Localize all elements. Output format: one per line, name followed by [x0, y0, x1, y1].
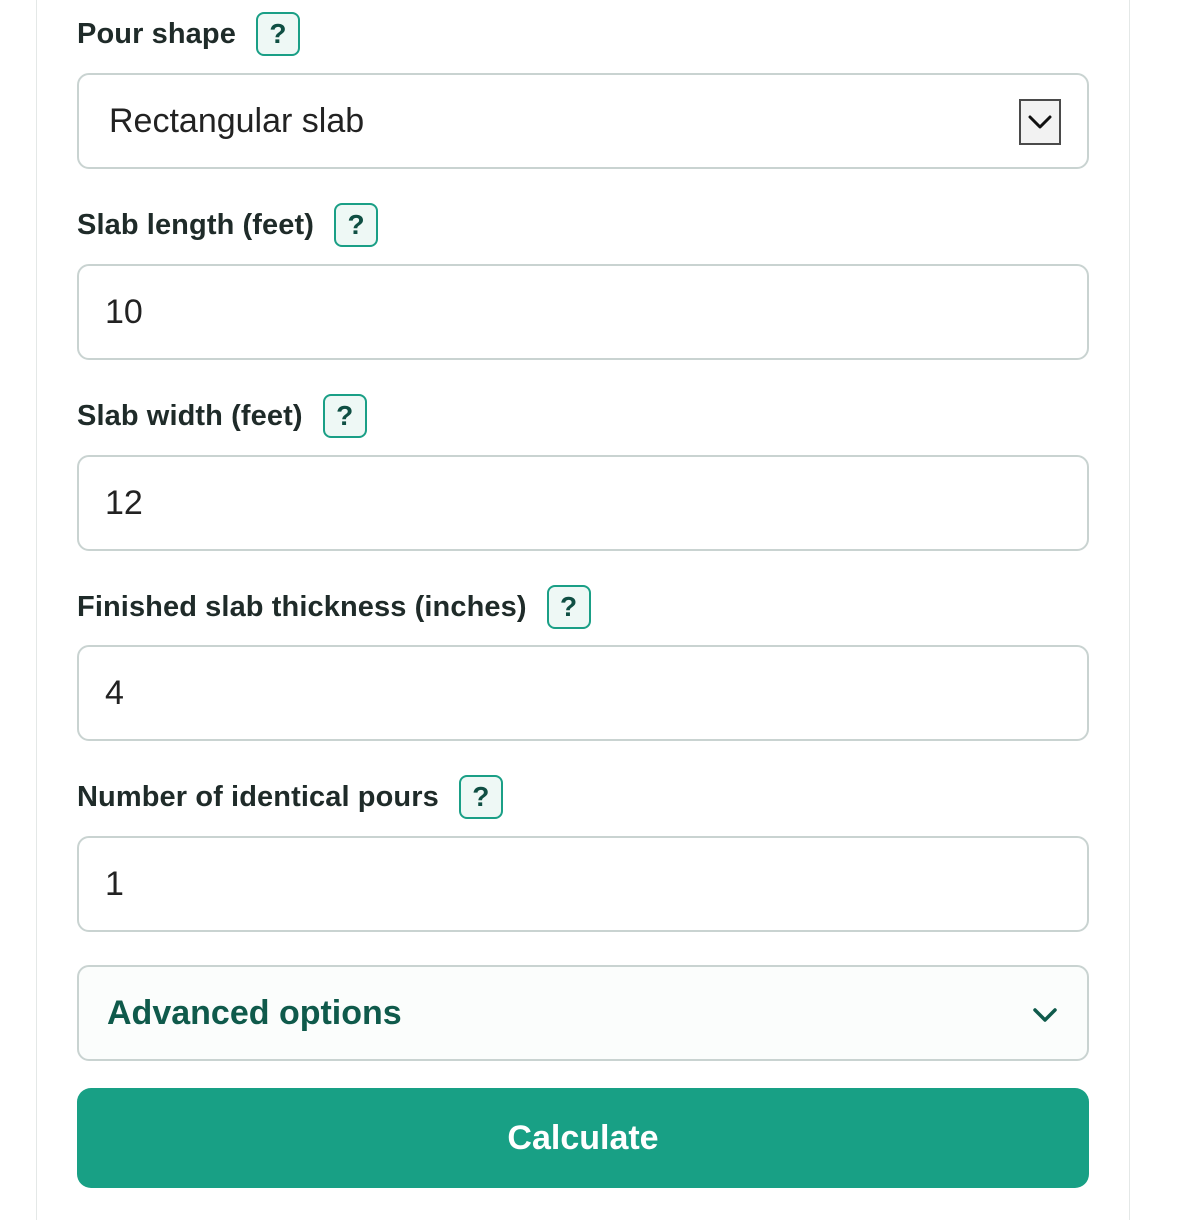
pours-help-button[interactable]: ?: [458, 775, 503, 819]
pour-shape-select[interactable]: Rectangular slab: [77, 73, 1089, 169]
pours-label-row: Number of identical pours ?: [77, 773, 503, 821]
slab-width-help-button[interactable]: ?: [322, 394, 367, 438]
thickness-label-row: Finished slab thickness (inches) ?: [77, 583, 591, 631]
slab-width-label-row: Slab width (feet) ?: [77, 392, 367, 440]
pour-shape-help-button[interactable]: ?: [255, 12, 300, 56]
thickness-value: 4: [105, 673, 124, 712]
advanced-options-toggle[interactable]: Advanced options: [77, 965, 1089, 1061]
thickness-input[interactable]: 4: [77, 645, 1089, 741]
chevron-down-icon: [1028, 115, 1052, 129]
pours-label: Number of identical pours: [77, 780, 439, 813]
slab-length-label-row: Slab length (feet) ?: [77, 201, 379, 249]
select-dropdown-button[interactable]: [1019, 99, 1061, 145]
slab-width-value: 12: [105, 483, 143, 522]
pour-shape-label: Pour shape: [77, 17, 236, 50]
slab-length-help-button[interactable]: ?: [334, 203, 379, 247]
advanced-options-label: Advanced options: [107, 993, 402, 1032]
thickness-help-button[interactable]: ?: [546, 585, 591, 629]
slab-length-value: 10: [105, 292, 143, 331]
thickness-label: Finished slab thickness (inches): [77, 590, 527, 623]
pours-input[interactable]: 1: [77, 836, 1089, 932]
chevron-down-icon: [1033, 1008, 1057, 1022]
pour-shape-label-row: Pour shape ?: [77, 10, 300, 58]
calculate-button[interactable]: Calculate: [77, 1088, 1089, 1188]
pours-value: 1: [105, 864, 124, 903]
slab-length-input[interactable]: 10: [77, 264, 1089, 360]
pour-shape-selected-value: Rectangular slab: [109, 101, 365, 140]
slab-length-label: Slab length (feet): [77, 208, 315, 241]
slab-width-label: Slab width (feet): [77, 399, 303, 432]
slab-width-input[interactable]: 12: [77, 455, 1089, 551]
